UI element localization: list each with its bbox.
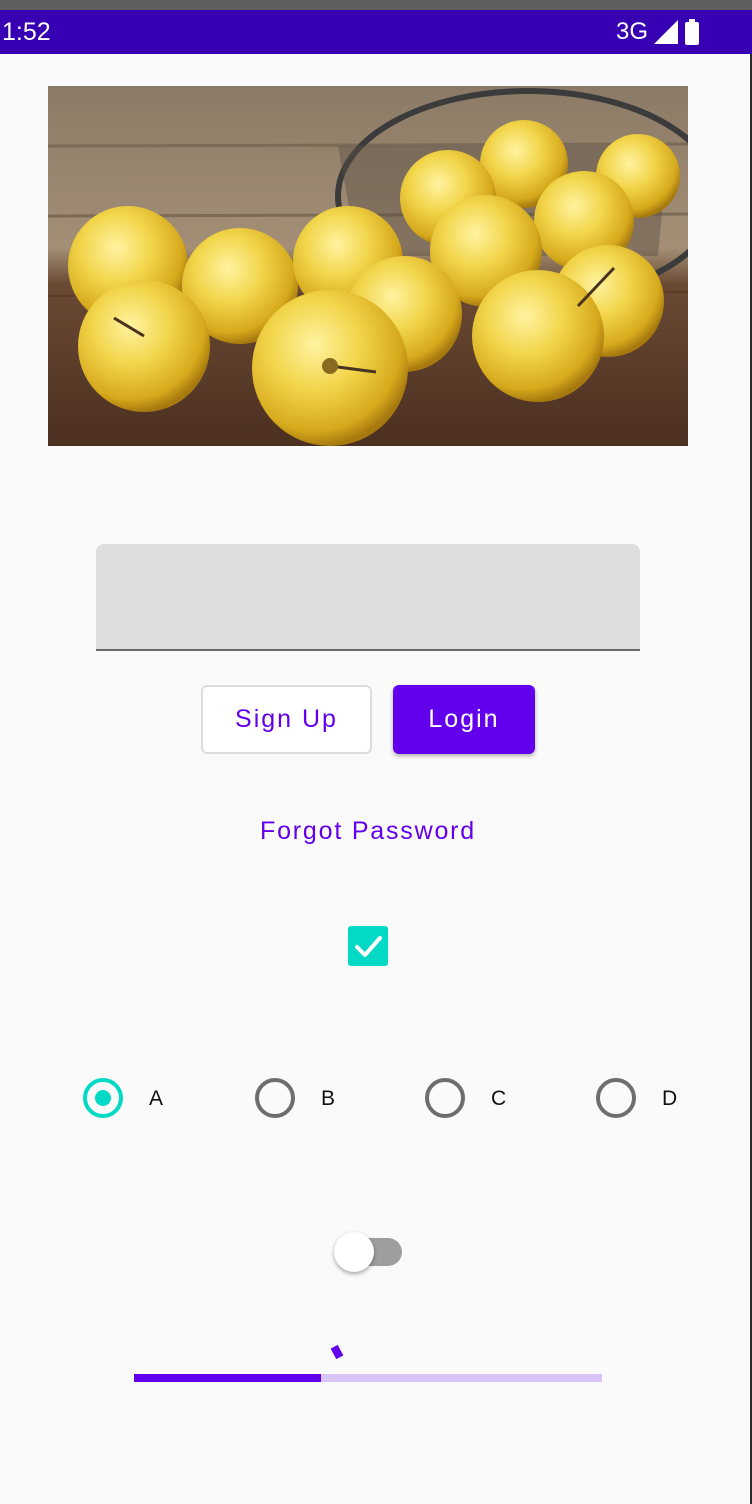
- status-bar: 1:52 3G: [0, 10, 752, 54]
- radio-option-a[interactable]: A: [83, 1078, 183, 1120]
- radio-button-d[interactable]: [596, 1078, 636, 1118]
- forgot-password-link[interactable]: Forgot Password: [0, 817, 736, 846]
- sign-up-button[interactable]: Sign Up: [201, 685, 372, 754]
- login-label: Login: [428, 705, 500, 733]
- seek-slider[interactable]: [134, 1340, 602, 1390]
- radio-option-d[interactable]: D: [596, 1078, 696, 1120]
- switch-thumb[interactable]: [334, 1232, 374, 1272]
- slider-track: [134, 1374, 602, 1382]
- slider-thumb[interactable]: [330, 1344, 344, 1360]
- radio-label-a: A: [149, 1087, 164, 1110]
- radio-label-d: D: [662, 1087, 678, 1110]
- radio-button-b[interactable]: [255, 1078, 295, 1118]
- network-type: 3G: [615, 18, 648, 45]
- radio-option-b[interactable]: B: [255, 1078, 355, 1120]
- radio-label-c: C: [491, 1087, 507, 1110]
- check-icon: [355, 936, 382, 957]
- text-input[interactable]: [96, 544, 640, 651]
- radio-option-c[interactable]: C: [425, 1078, 525, 1120]
- apples-photo: [48, 86, 688, 446]
- radio-button-a[interactable]: [83, 1078, 123, 1118]
- radio-button-c[interactable]: [425, 1078, 465, 1118]
- sign-up-label: Sign Up: [235, 705, 338, 733]
- slider-fill: [134, 1374, 321, 1382]
- login-button[interactable]: Login: [393, 685, 535, 754]
- checkbox[interactable]: [348, 926, 388, 966]
- toggle-switch[interactable]: [334, 1232, 404, 1272]
- hero-image: [48, 86, 688, 446]
- battery-icon: [685, 19, 699, 45]
- status-indicators: 3G: [616, 18, 700, 46]
- signal-icon: [654, 20, 678, 44]
- radio-selected-dot: [95, 1090, 111, 1106]
- window-top-strip: [0, 0, 752, 10]
- app-screen: 1:52 3G Sign Up Login Forgot Password A …: [0, 0, 752, 1504]
- status-time: 1:52: [2, 18, 51, 46]
- radio-label-b: B: [321, 1087, 336, 1110]
